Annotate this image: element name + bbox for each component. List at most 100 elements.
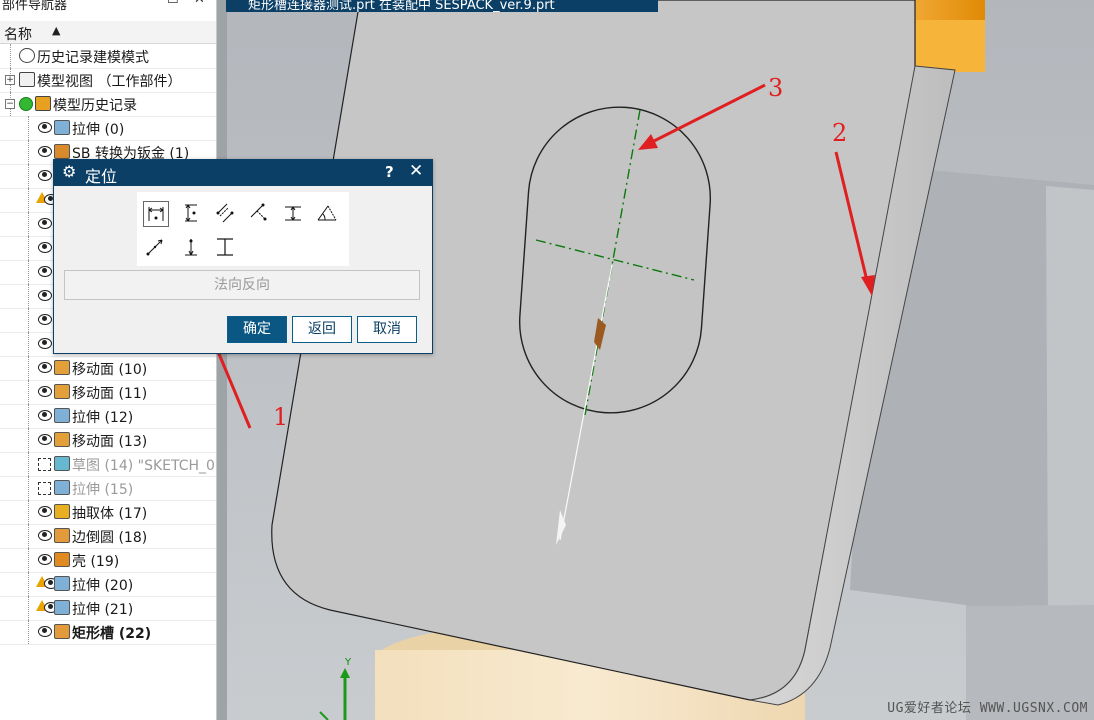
visibility-eye-icon[interactable] <box>38 122 52 133</box>
column-name-label: 名称 <box>4 27 32 43</box>
tree-row[interactable]: + 模型视图 （工作部件） <box>0 68 216 93</box>
point-onto-line-icon <box>185 239 197 256</box>
dialog-title-bar[interactable]: ⚙ 定位 ? ✕ <box>54 160 432 186</box>
tree-row-label: 拉伸 (12) <box>72 410 134 426</box>
tree-row[interactable]: 抽取体 (17) <box>0 500 216 525</box>
document-tab[interactable]: 矩形槽连接器测试.prt 在装配中 SESPACK_ver.9.prt <box>226 0 658 12</box>
navigator-header: 部件导航器 ☐ ✕ <box>0 0 216 14</box>
hidden-checkbox-icon[interactable] <box>38 458 51 471</box>
callout-1: 1 <box>273 403 289 431</box>
point-onto-point-tool[interactable] <box>143 235 169 261</box>
angular-dimension-tool[interactable] <box>315 201 341 227</box>
tree-row[interactable]: 移动面 (13) <box>0 428 216 453</box>
visibility-eye-icon[interactable] <box>38 242 52 253</box>
sketch-icon <box>54 456 70 471</box>
tree-row-label: 拉伸 (21) <box>72 602 134 618</box>
perpendicular-dimension-icon <box>250 203 267 221</box>
tree-row-label: 历史记录建模模式 <box>37 50 149 66</box>
positioning-dialog: ⚙ 定位 ? ✕ 法向反向 确定 返回 取消 <box>53 159 433 354</box>
visibility-eye-icon[interactable] <box>38 290 52 301</box>
tree-row-label: 拉伸 (0) <box>72 122 125 138</box>
move-face-icon <box>54 360 70 375</box>
hidden-checkbox-icon[interactable] <box>38 482 51 495</box>
back-button[interactable]: 返回 <box>292 316 352 343</box>
extract-body-icon <box>54 504 70 519</box>
clock-icon <box>19 48 35 63</box>
vertical-dimension-icon <box>185 204 197 222</box>
extrude-icon <box>54 600 70 615</box>
tree-row-label: 移动面 (13) <box>72 434 148 450</box>
close-icon[interactable]: ✕ <box>194 0 205 7</box>
y-axis-label: Y <box>345 657 352 668</box>
visibility-eye-icon[interactable] <box>38 530 52 541</box>
tree-row[interactable]: 草图 (14) "SKETCH_0 <box>0 452 216 477</box>
extrude-icon <box>54 576 70 591</box>
edge-blend-icon <box>54 528 70 543</box>
visibility-eye-icon[interactable] <box>38 338 52 349</box>
tree-row-label: 边倒圆 (18) <box>72 530 148 546</box>
model-scene <box>217 0 1094 720</box>
tree-row-label: 移动面 (11) <box>72 386 148 402</box>
visibility-eye-icon[interactable] <box>38 218 52 229</box>
parallel-dimension-icon <box>216 203 234 223</box>
tree-row[interactable]: 移动面 (11) <box>0 380 216 405</box>
visibility-eye-icon[interactable] <box>38 434 52 445</box>
graphics-window[interactable] <box>217 0 1094 720</box>
expand-icon[interactable]: + <box>5 75 15 85</box>
tree-row[interactable]: − 模型历史记录 <box>0 92 216 117</box>
visibility-eye-icon[interactable] <box>38 386 52 397</box>
dialog-title: 定位 <box>85 167 118 186</box>
point-onto-line-tool[interactable] <box>179 235 205 261</box>
gear-icon: ⚙ <box>62 162 77 181</box>
dialog-close-button[interactable]: ✕ <box>409 161 423 181</box>
tree-row[interactable]: 拉伸 (12) <box>0 404 216 429</box>
tree-row[interactable]: 拉伸 (21) <box>0 596 216 621</box>
visibility-eye-icon[interactable] <box>38 146 52 157</box>
visibility-eye-icon[interactable] <box>38 170 52 181</box>
tree-row-label: 抽取体 (17) <box>72 506 148 522</box>
tree-row[interactable]: 边倒圆 (18) <box>0 524 216 549</box>
ok-button[interactable]: 确定 <box>227 316 287 343</box>
column-header[interactable]: 名称 ▲ <box>0 21 216 44</box>
visibility-eye-icon[interactable] <box>38 410 52 421</box>
horizontal-dimension-tool[interactable] <box>143 201 169 227</box>
tree-row[interactable]: 矩形槽 (22) <box>0 620 216 645</box>
parallel-dimension-tool[interactable] <box>213 201 239 227</box>
tree-row[interactable]: 移动面 (10) <box>0 356 216 381</box>
rect-groove-icon <box>54 624 70 639</box>
collapse-icon[interactable]: − <box>5 99 15 109</box>
active-status-icon <box>19 97 33 111</box>
callout-2: 2 <box>832 119 848 147</box>
flip-normal-button[interactable]: 法向反向 <box>64 270 420 300</box>
tree-row[interactable]: 壳 (19) <box>0 548 216 573</box>
visibility-eye-icon[interactable] <box>38 626 52 637</box>
cancel-button[interactable]: 取消 <box>357 316 417 343</box>
move-face-icon <box>54 384 70 399</box>
visibility-eye-icon[interactable] <box>38 506 52 517</box>
callout-3: 3 <box>768 74 784 102</box>
visibility-eye-icon[interactable] <box>38 266 52 277</box>
help-button[interactable]: ? <box>385 163 394 181</box>
sort-ascending-icon[interactable]: ▲ <box>52 24 60 37</box>
tree-row[interactable]: 拉伸 (20) <box>0 572 216 597</box>
maximize-icon[interactable]: ☐ <box>167 0 179 7</box>
extrude-icon <box>54 408 70 423</box>
sheetmetal-icon <box>54 144 70 159</box>
perpendicular-dimension-tool[interactable] <box>247 201 273 227</box>
visibility-eye-icon[interactable] <box>38 362 52 373</box>
visibility-eye-icon[interactable] <box>38 314 52 325</box>
parallel-at-distance-tool[interactable] <box>281 201 307 227</box>
tree-row-label: 模型历史记录 <box>53 98 137 114</box>
part-navigator: 部件导航器 ☐ ✕ 名称 ▲ 历史记录建模模式 + 模型视图 （工作部件） − 模型历史… <box>0 0 217 720</box>
line-onto-line-tool[interactable] <box>213 235 239 261</box>
tree-row[interactable]: 拉伸 (0) <box>0 116 216 141</box>
watermark: UG爱好者论坛 WWW.UGSNX.COM <box>887 701 1088 716</box>
vertical-dimension-tool[interactable] <box>179 201 205 227</box>
line-onto-line-icon <box>217 238 233 256</box>
tree-row[interactable]: 历史记录建模模式 <box>0 44 216 69</box>
visibility-eye-icon[interactable] <box>38 554 52 565</box>
model-views-icon <box>19 72 35 87</box>
point-onto-point-icon <box>146 239 163 256</box>
tree-row[interactable]: 拉伸 (15) <box>0 476 216 501</box>
positioning-tools-panel <box>137 192 349 266</box>
